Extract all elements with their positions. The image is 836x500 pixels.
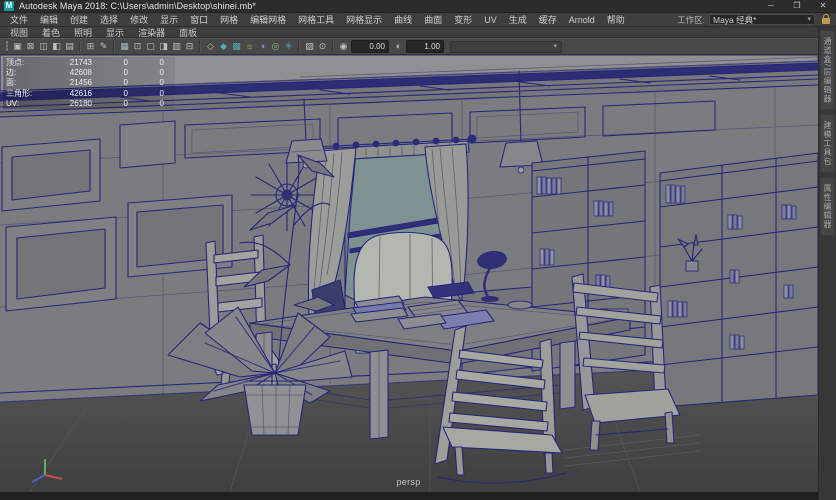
menu-edit[interactable]: 编辑 [34,13,64,26]
divider[interactable] [79,41,81,52]
poly-count-hud: 顶点: 21743 0 0 边: 42608 0 0 面: 21456 0 0 [3,57,175,109]
right-sidebar-tabs: 通道盒/层编辑器 建模工具包 属性编辑器 [818,27,836,500]
menu-windows[interactable]: 窗口 [184,13,214,26]
maya-app-icon: M [4,1,14,11]
bottom-strip [0,492,818,500]
hud-uvs: UV: 26180 0 0 [3,99,175,109]
panel-menu-show[interactable]: 显示 [99,26,131,39]
view-transform-select[interactable]: ▾ [450,41,562,53]
resolution-gate-icon[interactable]: ▢ [145,40,157,53]
textured-mode-icon[interactable]: ▩ [231,40,243,53]
menu-curves[interactable]: 曲线 [388,13,418,26]
exposure-icon[interactable]: ◉ [338,40,350,53]
minimize-button[interactable]: ─ [758,0,784,12]
hud-tris: 三角形: 42616 0 0 [3,88,175,98]
panel-menu-lighting[interactable]: 照明 [67,26,99,39]
tab-modeling-toolkit[interactable]: 建模工具包 [820,114,835,173]
workspace-area: 工作区: Maya 经典* ▾ [677,14,836,26]
ssao-icon[interactable]: ◎ [270,40,282,53]
tab-channel-box-layer-editor[interactable]: 通道盒/层编辑器 [820,30,835,110]
field-chart-icon[interactable]: ▥ [171,40,183,53]
panel-menu-bar: 视图 着色 照明 显示 渲染器 面板 [0,27,818,38]
panel-menu-renderer[interactable]: 渲染器 [131,26,172,39]
bookshelf-right[interactable] [660,153,818,407]
title-bar: M Autodesk Maya 2018: C:\Users\admin\Des… [0,0,836,13]
grease-pencil-icon[interactable]: ✎ [98,40,110,53]
menu-display[interactable]: 显示 [154,13,184,26]
two-d-pan-zoom-icon[interactable]: ⊞ [85,40,97,53]
window-title: Autodesk Maya 2018: C:\Users\admin\Deskt… [19,1,256,11]
safe-action-icon[interactable]: ⊟ [184,40,196,53]
tab-attribute-editor[interactable]: 属性编辑器 [820,177,835,236]
toolbar-grip-icon[interactable]: ┇ [4,40,11,53]
grid-icon[interactable]: ▦ [119,40,131,53]
hud-edges: 边: 42608 0 0 [3,67,175,77]
panel-menu-shading[interactable]: 着色 [35,26,67,39]
menu-generate[interactable]: 生成 [503,13,533,26]
menu-arnold[interactable]: Arnold [563,15,601,25]
menu-surfaces[interactable]: 曲面 [418,13,448,26]
menu-mesh-tools[interactable]: 网格工具 [292,13,340,26]
image-plane-icon[interactable]: ▤ [64,40,76,53]
chevron-down-icon: ▾ [553,43,557,50]
divider[interactable] [298,41,300,52]
xray-icon[interactable]: ▧ [304,40,316,53]
gamma-field[interactable]: 1.00 [406,40,444,53]
bookmarks-icon[interactable]: ◧ [51,40,63,53]
select-camera-icon[interactable]: ▣ [12,40,24,53]
workspace-value: Maya 经典* [713,14,807,26]
gate-mask-icon[interactable]: ◨ [158,40,170,53]
maximize-button[interactable]: ❐ [784,0,810,12]
divider[interactable] [332,41,334,52]
menu-help[interactable]: 帮助 [601,13,631,26]
panel-toolbar: ┇ ▣ ⊠ ◫ ◧ ▤ ⊞ ✎ ▦ ⊡ [0,38,818,55]
workspace-select[interactable]: Maya 经典* ▾ [709,14,815,25]
menu-edit-mesh[interactable]: 编辑网格 [244,13,292,26]
gamma-icon[interactable]: ◐ [393,40,405,53]
shadows-icon[interactable]: ◑ [257,40,269,53]
divider[interactable] [113,41,115,52]
menu-mesh-display[interactable]: 网格显示 [340,13,388,26]
camera-label: persp [0,477,817,487]
menu-file[interactable]: 文件 [4,13,34,26]
anti-aliasing-icon[interactable]: ✳ [283,40,295,53]
workspace-lock-icon[interactable] [822,18,830,24]
wireframe-mode-icon[interactable]: ◇ [205,40,217,53]
menu-select[interactable]: 选择 [94,13,124,26]
menu-create[interactable]: 创建 [64,13,94,26]
film-gate-icon[interactable]: ⊡ [132,40,144,53]
exposure-field[interactable]: 0.00 [351,40,389,53]
panel-menu-panels[interactable]: 面板 [172,26,204,39]
shaded-mode-icon[interactable]: ◆ [218,40,230,53]
menu-uv[interactable]: UV [478,15,503,25]
lock-camera-icon[interactable]: ⊠ [25,40,37,53]
menu-mesh[interactable]: 网格 [214,13,244,26]
hud-verts: 顶点: 21743 0 0 [3,57,175,67]
workspace-label: 工作区: [677,14,705,26]
menu-deform[interactable]: 变形 [448,13,478,26]
panel-menu-view[interactable]: 视图 [3,26,35,39]
menu-cache[interactable]: 缓存 [533,13,563,26]
maya-window: M Autodesk Maya 2018: C:\Users\admin\Des… [0,0,836,500]
scene-wireframe [0,55,818,492]
divider[interactable] [199,41,201,52]
chevron-down-icon: ▾ [807,16,811,23]
isolate-select-icon[interactable]: ⊙ [317,40,329,53]
lights-icon[interactable]: ☼ [244,40,256,53]
close-button[interactable]: ✕ [810,0,836,12]
hud-faces: 面: 21456 0 0 [3,78,175,88]
perspective-viewport[interactable]: 顶点: 21743 0 0 边: 42608 0 0 面: 21456 0 0 [0,55,818,492]
camera-attributes-icon[interactable]: ◫ [38,40,50,53]
menu-modify[interactable]: 修改 [124,13,154,26]
